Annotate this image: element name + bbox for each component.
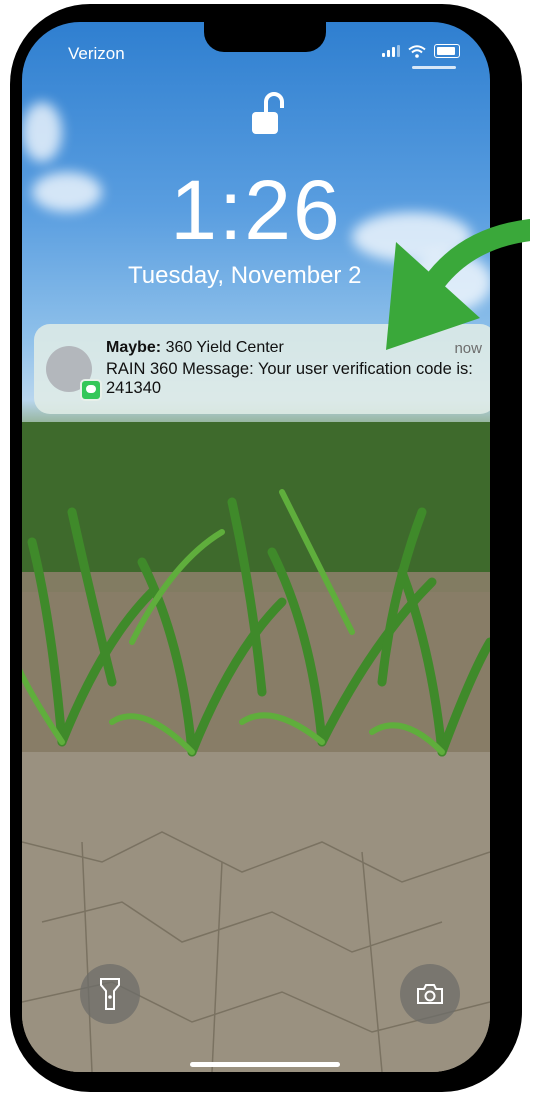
camera-icon [417,984,443,1004]
camera-notch [204,22,326,52]
notification-body: RAIN 360 Message: Your user verification… [106,360,473,397]
carrier-label: Verizon [68,44,125,63]
status-icons [382,44,460,58]
unlocked-padlock-icon [252,92,284,134]
lock-date: Tuesday, November 2 [128,262,362,289]
sender-name: 360 Yield Center [165,339,284,356]
camera-button[interactable] [400,964,460,1024]
battery-icon [434,44,460,58]
home-indicator[interactable] [190,1062,340,1067]
lock-screen: Verizon 1:26 Tuesday, November 2 Maybe: … [22,22,490,1072]
status-underline [412,66,456,69]
wifi-icon [408,44,426,58]
notification-sender: Maybe: 360 Yield Center [106,339,284,357]
flashlight-icon [100,978,120,1010]
signal-icon [382,45,400,57]
messages-icon [80,379,102,401]
flashlight-button[interactable] [80,964,140,1024]
sender-prefix: Maybe: [106,339,162,356]
green-arrow-annotation [386,219,530,350]
cloud [22,102,62,162]
